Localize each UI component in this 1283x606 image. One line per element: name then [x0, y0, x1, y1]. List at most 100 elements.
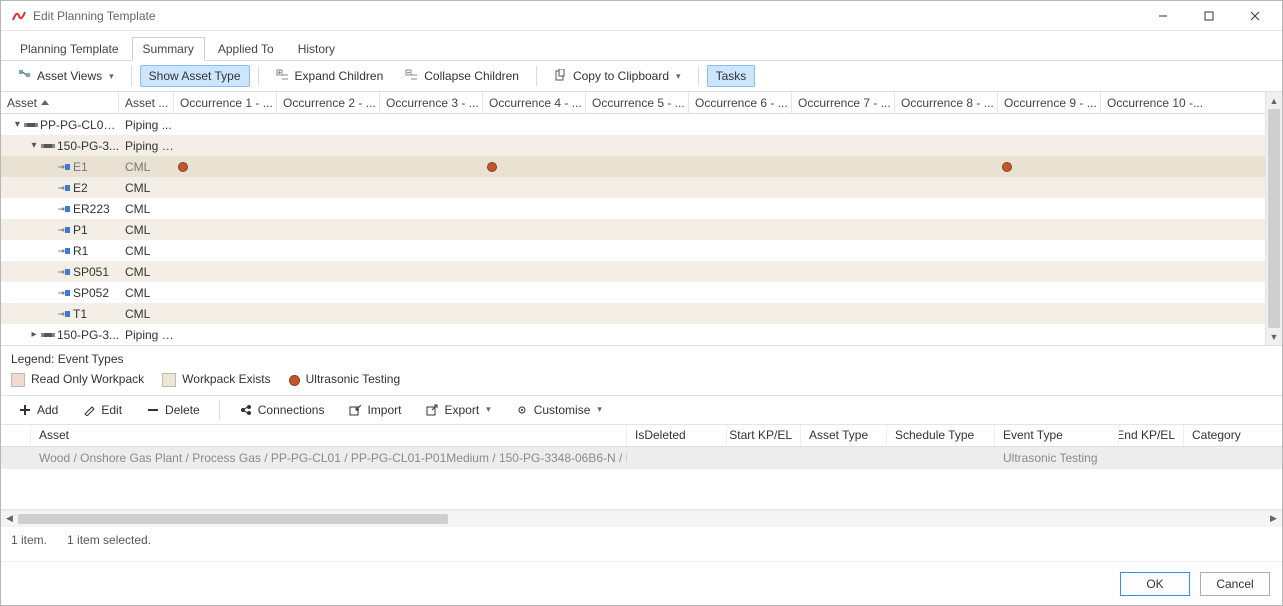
col-occ4[interactable]: Occurrence 4 - ... [483, 92, 586, 113]
grid-row[interactable]: R1CML [1, 240, 1265, 261]
asset-type-cell: CML [119, 181, 174, 195]
add-button[interactable]: Add [9, 399, 67, 421]
grid-row[interactable]: SP052CML [1, 282, 1265, 303]
col-asset[interactable]: Asset [1, 92, 119, 113]
import-button[interactable]: Import [339, 399, 410, 421]
hscroll-track[interactable] [18, 514, 1265, 524]
bcell-asset: Wood / Onshore Gas Plant / Process Gas /… [31, 448, 627, 468]
main-tabs: Planning Template Summary Applied To His… [1, 35, 1282, 61]
events-grid-row[interactable]: Wood / Onshore Gas Plant / Process Gas /… [1, 447, 1282, 469]
occurrence-cell[interactable] [174, 162, 277, 172]
tree-cell: ▸150-PG-3... [1, 328, 119, 342]
connections-button[interactable]: Connections [230, 399, 334, 421]
expander-icon[interactable]: ▾ [29, 140, 39, 151]
events-toolbar: Add Edit Delete Connections Import Expor… [1, 395, 1282, 425]
grid-row[interactable]: ▸150-PG-3...Piping L... [1, 324, 1265, 345]
col-occ6[interactable]: Occurrence 6 - ... [689, 92, 792, 113]
minus-icon [146, 403, 160, 417]
col-occ5[interactable]: Occurrence 5 - ... [586, 92, 689, 113]
expand-children-button[interactable]: Expand Children [267, 65, 393, 87]
grid-row[interactable]: ▾150-PG-3...Piping L... [1, 135, 1265, 156]
tree-cell: ER223 [1, 202, 119, 216]
asset-type-cell: Piping ... [119, 118, 174, 132]
selection-count: 1 item selected. [67, 533, 151, 547]
bcol-schedtype[interactable]: Schedule Type [887, 425, 995, 446]
bcol-asset[interactable]: Asset [31, 425, 627, 446]
expander-icon[interactable]: ▾ [13, 119, 22, 130]
occurrence-cell[interactable] [483, 162, 586, 172]
titlebar: Edit Planning Template [1, 1, 1282, 31]
scroll-track[interactable] [1266, 109, 1282, 328]
tab-history[interactable]: History [287, 37, 346, 60]
tasks-button[interactable]: Tasks [707, 65, 756, 87]
asset-views-label: Asset Views [37, 69, 102, 83]
bcol-isdeleted[interactable]: IsDeleted [627, 425, 727, 446]
tab-planning-template[interactable]: Planning Template [9, 37, 130, 60]
grid-row[interactable]: E1CML [1, 156, 1265, 177]
copy-clipboard-button[interactable]: Copy to Clipboard ▾ [545, 65, 690, 87]
col-occ8[interactable]: Occurrence 8 - ... [895, 92, 998, 113]
col-asset-type[interactable]: Asset ... [119, 92, 174, 113]
col-occ3[interactable]: Occurrence 3 - ... [380, 92, 483, 113]
delete-button[interactable]: Delete [137, 399, 209, 421]
edit-button[interactable]: Edit [73, 399, 131, 421]
node-icon [57, 161, 71, 173]
horizontal-scrollbar[interactable]: ◀ ▶ [1, 510, 1282, 527]
grid-row[interactable]: E2CML [1, 177, 1265, 198]
summary-grid[interactable]: Asset Asset ... Occurrence 1 - ... Occur… [1, 92, 1265, 345]
tab-summary[interactable]: Summary [132, 37, 205, 61]
customise-button[interactable]: Customise▾ [506, 399, 611, 421]
gear-icon [515, 403, 529, 417]
expander-icon[interactable]: ▸ [29, 329, 39, 340]
bcol-category[interactable]: Category [1184, 425, 1244, 446]
asset-label: E1 [73, 160, 88, 174]
scroll-right-icon[interactable]: ▶ [1265, 513, 1282, 524]
bcol-startkp[interactable]: Start KP/EL [727, 425, 801, 446]
item-count: 1 item. [11, 533, 47, 547]
scroll-left-icon[interactable]: ◀ [1, 513, 18, 524]
scroll-up-icon[interactable]: ▲ [1266, 92, 1282, 109]
asset-type-cell: CML [119, 223, 174, 237]
scroll-thumb[interactable] [1268, 109, 1280, 328]
maximize-button[interactable] [1186, 1, 1232, 31]
grid-row[interactable]: T1CML [1, 303, 1265, 324]
tree-cell: R1 [1, 244, 119, 258]
bcol-eventtype[interactable]: Event Type [995, 425, 1119, 446]
bcell-schedtype [887, 455, 995, 461]
close-button[interactable] [1232, 1, 1278, 31]
show-asset-type-button[interactable]: Show Asset Type [140, 65, 250, 87]
grid-row[interactable]: SP051CML [1, 261, 1265, 282]
occurrence-cell[interactable] [998, 162, 1101, 172]
col-occ1[interactable]: Occurrence 1 - ... [174, 92, 277, 113]
dialog-footer: OK Cancel [1, 561, 1282, 605]
minimize-button[interactable] [1140, 1, 1186, 31]
col-occ10[interactable]: Occurrence 10 -... [1101, 92, 1204, 113]
asset-label: R1 [73, 244, 88, 258]
export-button[interactable]: Export▾ [416, 399, 499, 421]
bcol-assettype[interactable]: Asset Type [801, 425, 887, 446]
toolbar-separator [131, 66, 132, 86]
hscroll-thumb[interactable] [18, 514, 448, 524]
events-grid[interactable]: Asset IsDeleted Start KP/EL Asset Type S… [1, 425, 1282, 510]
vertical-scrollbar[interactable]: ▲ ▼ [1265, 92, 1282, 345]
asset-views-button[interactable]: Asset Views ▾ [9, 65, 123, 87]
tree-cell: SP052 [1, 286, 119, 300]
bcol-endkp[interactable]: End KP/EL [1119, 425, 1184, 446]
col-occ9[interactable]: Occurrence 9 - ... [998, 92, 1101, 113]
col-occ7[interactable]: Occurrence 7 - ... [792, 92, 895, 113]
grid-row[interactable]: ▾PP-PG-CL01-...Piping ... [1, 114, 1265, 135]
tab-applied-to[interactable]: Applied To [207, 37, 285, 60]
pencil-icon [82, 403, 96, 417]
col-occ2[interactable]: Occurrence 2 - ... [277, 92, 380, 113]
legend-ultrasonic: Ultrasonic Testing [289, 372, 401, 386]
node-icon [57, 266, 71, 278]
grid-row[interactable]: ER223CML [1, 198, 1265, 219]
plus-icon [18, 403, 32, 417]
collapse-children-button[interactable]: Collapse Children [396, 65, 528, 87]
scroll-down-icon[interactable]: ▼ [1266, 328, 1282, 345]
ok-button[interactable]: OK [1120, 572, 1190, 596]
cancel-button[interactable]: Cancel [1200, 572, 1270, 596]
asset-label: 150-PG-3... [57, 139, 119, 153]
event-dot-icon [487, 162, 497, 172]
grid-row[interactable]: P1CML [1, 219, 1265, 240]
